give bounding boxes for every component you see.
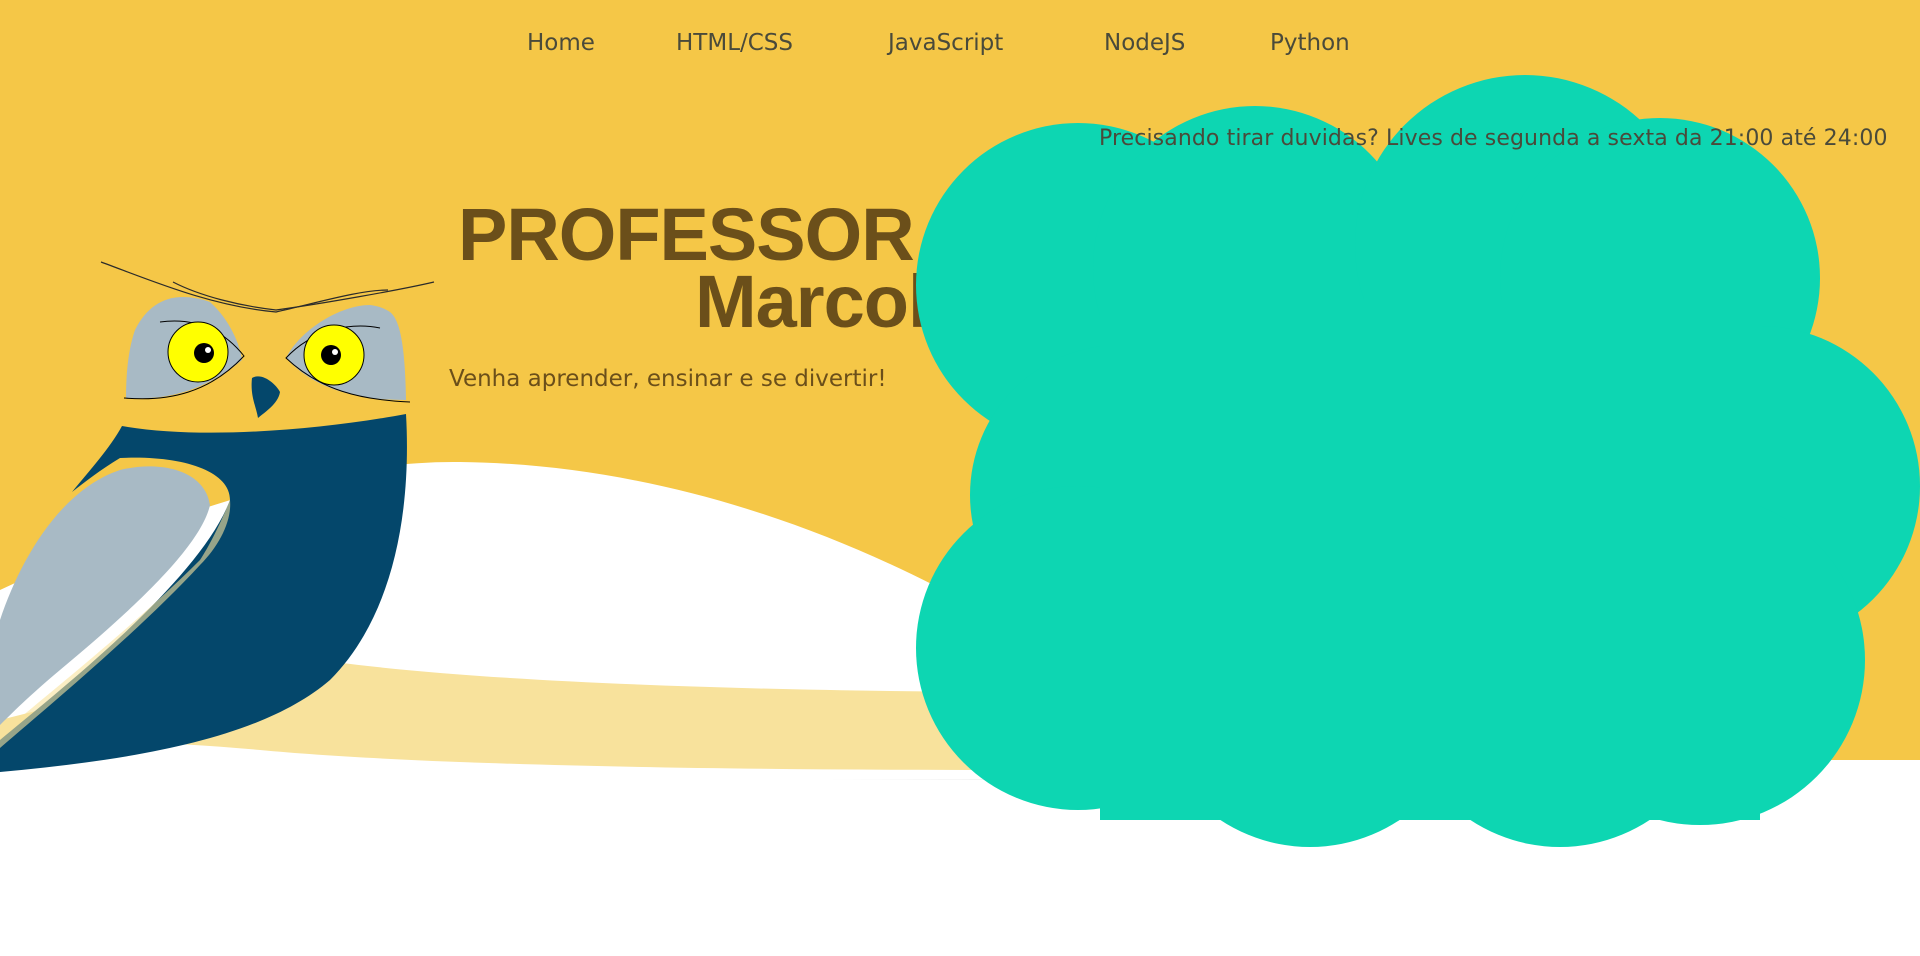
- live-schedule-notice: Precisando tirar duvidas? Lives de segun…: [1099, 126, 1888, 151]
- nav-link-nodejs[interactable]: NodeJS: [1104, 30, 1185, 56]
- landing-page: Home HTML/CSS JavaScript NodeJS Python P…: [0, 0, 1920, 956]
- nav-link-python[interactable]: Python: [1270, 30, 1350, 56]
- top-navigation: Home HTML/CSS JavaScript NodeJS Python: [0, 30, 1920, 70]
- white-bottom: [0, 780, 1920, 956]
- hero-tagline: Venha aprender, ensinar e se divertir!: [449, 366, 887, 392]
- hero-title-line-2: Marcolan: [695, 260, 1013, 343]
- nav-link-javascript[interactable]: JavaScript: [888, 30, 1003, 56]
- nav-link-html-css[interactable]: HTML/CSS: [676, 30, 793, 56]
- nav-link-home[interactable]: Home: [527, 30, 595, 56]
